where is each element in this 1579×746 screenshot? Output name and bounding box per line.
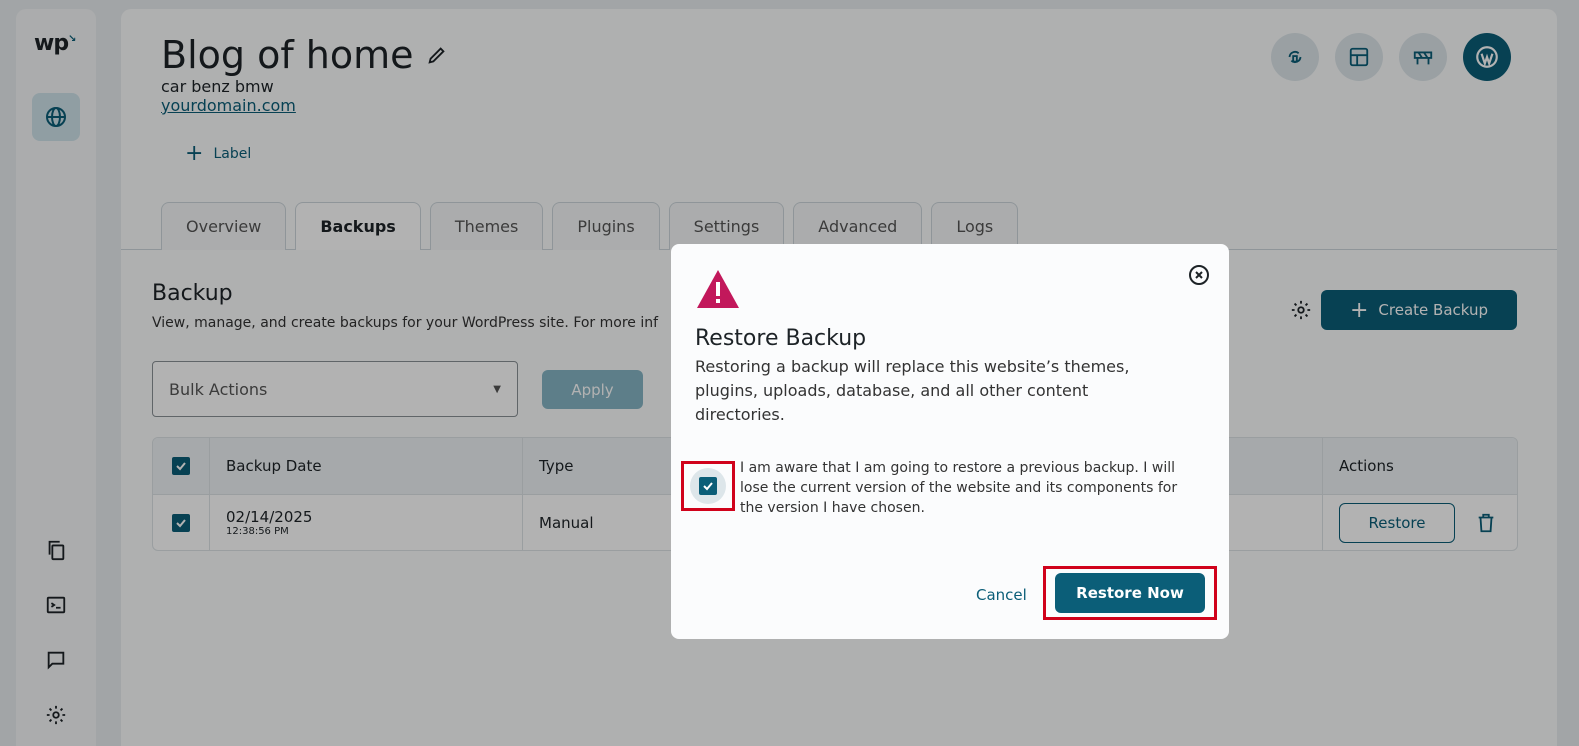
restore-backup-modal: Restore Backup Restoring a backup will r…	[671, 244, 1229, 639]
modal-description: Restoring a backup will replace this web…	[695, 357, 1130, 424]
warning-icon	[695, 268, 741, 310]
confirm-checkbox[interactable]	[690, 468, 726, 504]
close-icon[interactable]	[1187, 263, 1211, 287]
confirm-checkbox-label: I am aware that I am going to restore a …	[740, 460, 1178, 516]
restore-now-button[interactable]: Restore Now	[1055, 573, 1205, 613]
highlight-box	[681, 461, 735, 511]
highlight-box: Restore Now	[1043, 566, 1217, 620]
modal-title: Restore Backup	[695, 326, 867, 351]
cancel-button[interactable]: Cancel	[976, 586, 1027, 604]
